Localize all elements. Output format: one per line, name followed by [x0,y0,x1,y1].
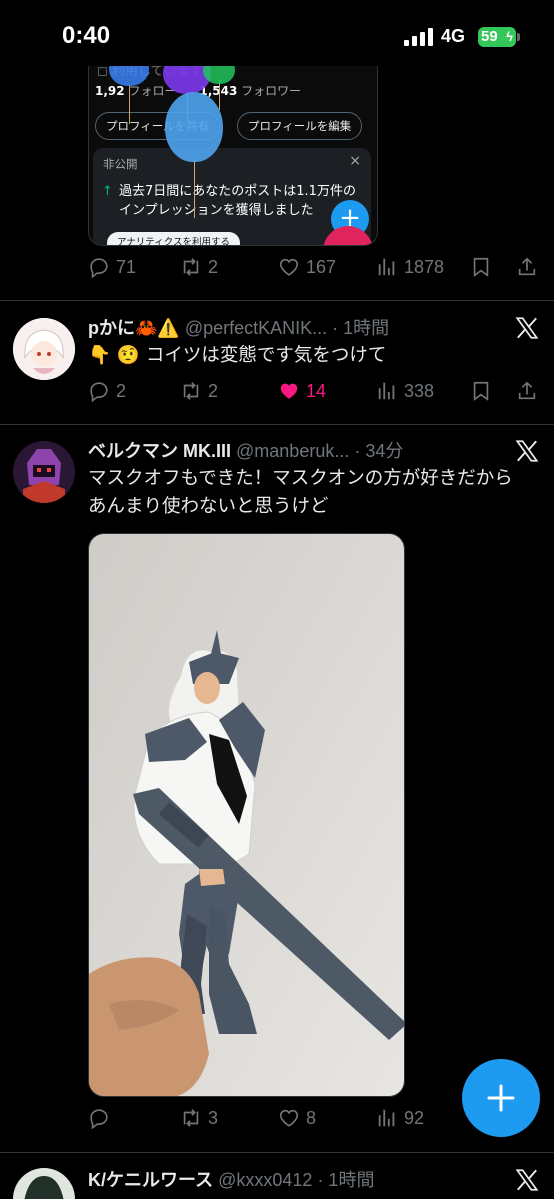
like-icon [279,1109,299,1127]
avatar[interactable] [13,441,75,503]
display-name[interactable]: pかに🦀⚠️ [88,318,180,338]
like-count: 8 [306,1107,317,1128]
share-button[interactable] [516,256,538,278]
status-time: 0:40 [62,22,111,49]
status-bar: 0:40 4G 59 ϟ [0,0,554,66]
bookmark-button[interactable] [470,256,492,278]
avatar[interactable] [13,1168,75,1199]
avatar-illustration [13,318,75,380]
reply-button[interactable]: 2 [88,380,126,402]
views-icon [378,258,395,276]
bookmark-icon [473,257,489,277]
tweet-actions: 71 2 167 1878 [88,256,540,286]
tweet-header: K/ケニルワース @kxxx0412 · 1時間 [88,1166,374,1192]
like-button[interactable]: 167 [278,256,336,278]
battery-icon: 59 ϟ [478,27,516,47]
handle-time: @kxxx0412 · 1時間 [218,1170,375,1190]
tweet-text: マスクオフもできた！マスクオンの方が好きだからあんまり使わないと思うけど [88,468,513,517]
retweet-count: 2 [208,380,219,401]
retweet-button[interactable]: 2 [180,380,218,402]
reply-count: 2 [116,380,127,401]
avatar-illustration [13,1168,75,1199]
edit-profile-button[interactable]: プロフィールを編集 [237,112,363,140]
tweet-header: ベルクマン MK.III @manberuk... · 34分 [88,437,403,463]
signal-icon [404,28,434,46]
tweet-text: 👇 🤨 コイツは変態です気をつけて [88,345,387,366]
analytics-button[interactable]: アナリティクスを利用する [107,232,240,245]
retweet-count: 3 [208,1107,219,1128]
like-icon [279,258,299,276]
views-button[interactable]: 1878 [376,256,444,278]
views-icon [378,382,395,400]
reply-icon [90,258,108,278]
divider [0,1152,554,1153]
close-icon[interactable]: × [349,153,361,169]
tweet-header: pかに🦀⚠️ @perfectKANIK... · 1時間 [88,314,389,340]
retweet-button[interactable]: 3 [180,1107,218,1129]
handle-time: @perfectKANIK... · 1時間 [184,318,390,338]
private-label: 非公開 [103,157,138,171]
like-count: 14 [306,380,327,401]
like-icon [280,383,298,399]
bookmark-button[interactable] [470,380,492,402]
views-count: 1878 [404,256,445,277]
views-count: 338 [404,380,435,401]
retweet-icon [183,382,199,400]
plus-icon [487,1084,515,1112]
battery-level: 59 [481,28,498,45]
compose-button[interactable] [462,1059,540,1137]
reply-icon [90,382,108,402]
reply-count: 71 [116,256,137,277]
x-logo-icon [515,317,539,339]
divider [0,300,554,301]
tweet-photo[interactable] [88,533,405,1097]
avatar-illustration [13,441,75,503]
x-logo-icon [515,440,539,462]
views-button[interactable]: 338 [376,380,434,402]
x-logo-icon [515,1169,539,1191]
retweet-icon [183,258,199,276]
like-button[interactable]: 14 [278,380,326,402]
impression-text: 過去7日間にあなたのポストは1.1万件のインプレッションを獲得しました [119,184,356,218]
balloon-decoration [165,92,223,162]
like-count: 167 [306,256,337,277]
share-button[interactable] [516,380,538,402]
display-name[interactable]: ベルクマン MK.III [88,441,231,461]
share-icon [518,381,536,400]
retweet-count: 2 [208,256,219,277]
divider [0,424,554,425]
reply-button[interactable] [88,1107,116,1129]
network-type: 4G [441,26,466,46]
figure-photo [89,534,404,1096]
views-count: 92 [404,1107,425,1128]
retweet-icon [183,1109,199,1127]
display-name[interactable]: K/ケニルワース [88,1170,213,1190]
like-button[interactable]: 8 [278,1107,316,1129]
bookmark-icon [473,381,489,401]
embedded-screenshot[interactable]: ◻ 利用しています 1,92 フォロー 1,543 フォロワー プロフィールを共… [88,66,378,246]
share-icon [518,257,536,276]
reply-icon [90,1109,108,1129]
avatar[interactable] [13,318,75,380]
views-button[interactable]: 92 [376,1107,424,1129]
views-icon [378,1109,395,1127]
private-notice: 非公開 × ↑ 過去7日間にあなたのポストは1.1万件のインプレッションを獲得し… [93,148,371,245]
handle-time: @manberuk... · 34分 [236,441,404,461]
tweet-actions: 2 2 14 338 [88,380,540,410]
retweet-button[interactable]: 2 [180,256,218,278]
reply-button[interactable]: 71 [88,256,136,278]
arrow-up-icon: ↑ [102,184,113,199]
